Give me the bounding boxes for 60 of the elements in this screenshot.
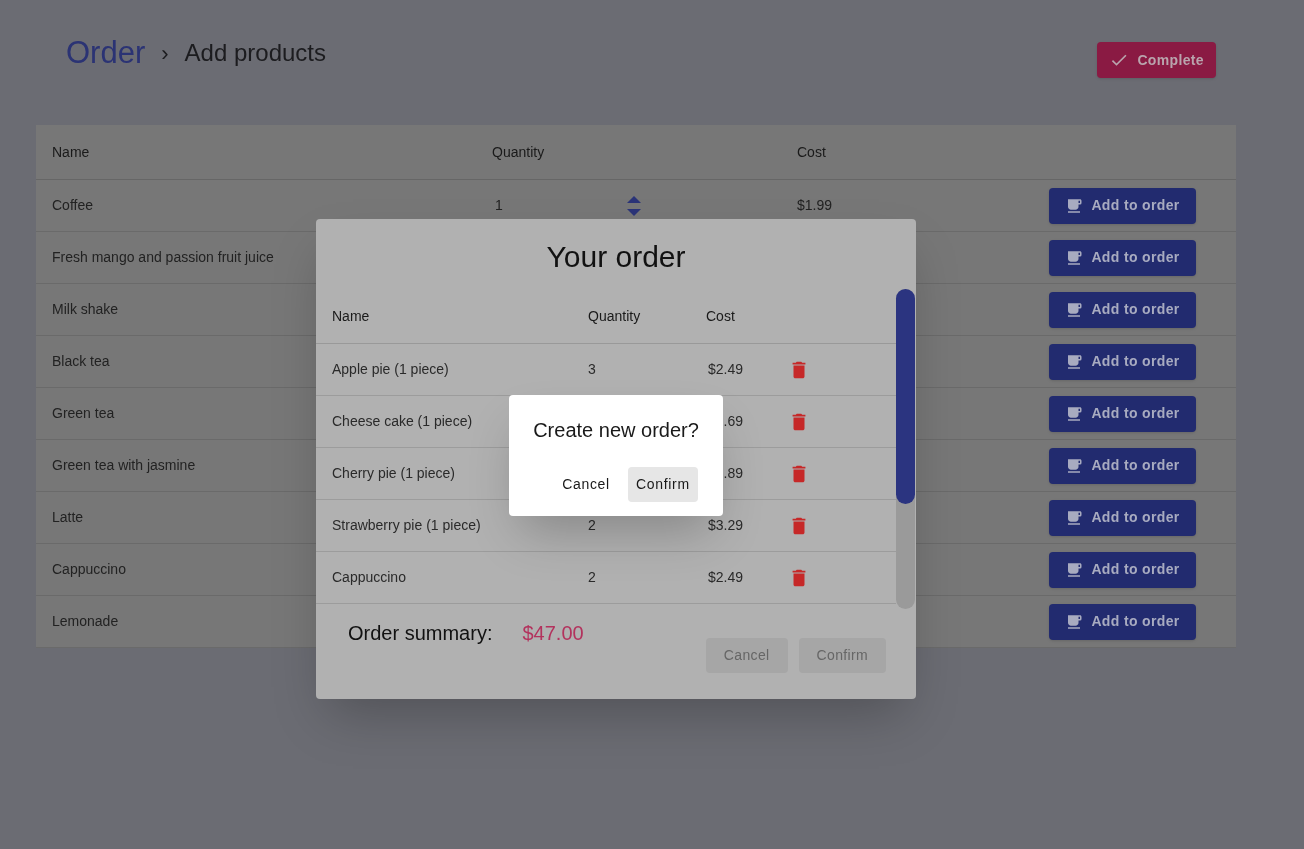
complete-button[interactable]: Complete xyxy=(1097,42,1216,78)
table-cell: Cappuccino xyxy=(52,561,126,577)
table-cell: Fresh mango and passion fruit juice xyxy=(52,249,274,265)
column-header: Cost xyxy=(797,142,826,162)
table-cell-text: $2.49 xyxy=(707,360,743,379)
dialog-title: Create new order? xyxy=(533,418,699,443)
coffee-cup-icon xyxy=(1065,612,1084,631)
table-cell: Latte xyxy=(52,509,84,525)
table-cell: Green tea with jasmine xyxy=(52,457,196,473)
add-to-order-button[interactable]: Add to order xyxy=(1049,343,1196,380)
cancel-button[interactable]: Cancel xyxy=(554,467,618,502)
table-cell-text: .89 xyxy=(723,464,743,483)
table-cell: 2 xyxy=(588,517,596,533)
column-header: Name xyxy=(331,306,371,326)
column-header: Cost xyxy=(706,306,735,326)
table-cell-text: $3.29 xyxy=(707,516,743,535)
table-cell: Milk shake xyxy=(52,301,119,317)
add-to-order-button[interactable]: Add to order xyxy=(1049,551,1196,588)
table-cell: $1.99 xyxy=(797,197,833,213)
column-header: Name xyxy=(51,142,91,162)
table-cell: 2 xyxy=(588,569,596,585)
table-cell: Black tea xyxy=(52,353,110,369)
table-cell-text: $2.49 xyxy=(707,568,743,587)
coffee-cup-icon xyxy=(1065,248,1084,267)
scrollbar-thumb[interactable] xyxy=(896,289,915,504)
table-cell: Green tea xyxy=(52,405,115,421)
coffee-cup-icon xyxy=(1065,508,1084,527)
breadcrumb-current: Add products xyxy=(184,38,326,69)
coffee-cup-icon xyxy=(1065,456,1084,475)
summary-label: Order summary: xyxy=(348,621,493,646)
add-to-order-button[interactable]: Add to order xyxy=(1049,239,1196,276)
coffee-cup-icon xyxy=(1065,560,1084,579)
table-cell: Cheese cake (1 piece) xyxy=(332,413,473,429)
table-cell: Coffee xyxy=(52,197,93,213)
table-cell: 3 xyxy=(588,361,596,377)
dialog-title: Your order xyxy=(546,238,686,275)
add-to-order-button[interactable]: Add to order xyxy=(1049,603,1196,640)
column-header: Quantity xyxy=(588,306,642,326)
add-to-order-button[interactable]: Add to order xyxy=(1049,499,1196,536)
add-to-order-button[interactable]: Add to order xyxy=(1049,187,1196,224)
coffee-cup-icon xyxy=(1065,352,1084,371)
coffee-cup-icon xyxy=(1065,300,1084,319)
table-cell: Lemonade xyxy=(52,613,119,629)
order-total: $47.00 xyxy=(522,621,584,646)
add-to-order-button[interactable]: Add to order xyxy=(1049,291,1196,328)
quantity-field[interactable]: 1 xyxy=(492,195,503,216)
scrollbar-track[interactable] xyxy=(896,289,915,609)
confirm-button[interactable]: Confirm xyxy=(627,467,698,502)
table-cell-text: .69 xyxy=(723,412,743,431)
table-cell: Apple pie (1 piece) xyxy=(332,361,449,377)
coffee-cup-icon xyxy=(1065,196,1084,215)
add-to-order-button[interactable]: Add to order xyxy=(1049,395,1196,432)
column-header: Quantity xyxy=(492,142,546,162)
table-cell: Cappuccino xyxy=(332,569,406,585)
table-cell: Cherry pie (1 piece) xyxy=(332,465,455,481)
table-cell: Strawberry pie (1 piece) xyxy=(332,517,481,533)
spinner-arrows-icon[interactable] xyxy=(626,194,642,217)
breadcrumb-separator: › xyxy=(161,39,169,68)
coffee-cup-icon xyxy=(1065,404,1084,423)
add-to-order-button[interactable]: Add to order xyxy=(1049,447,1196,484)
